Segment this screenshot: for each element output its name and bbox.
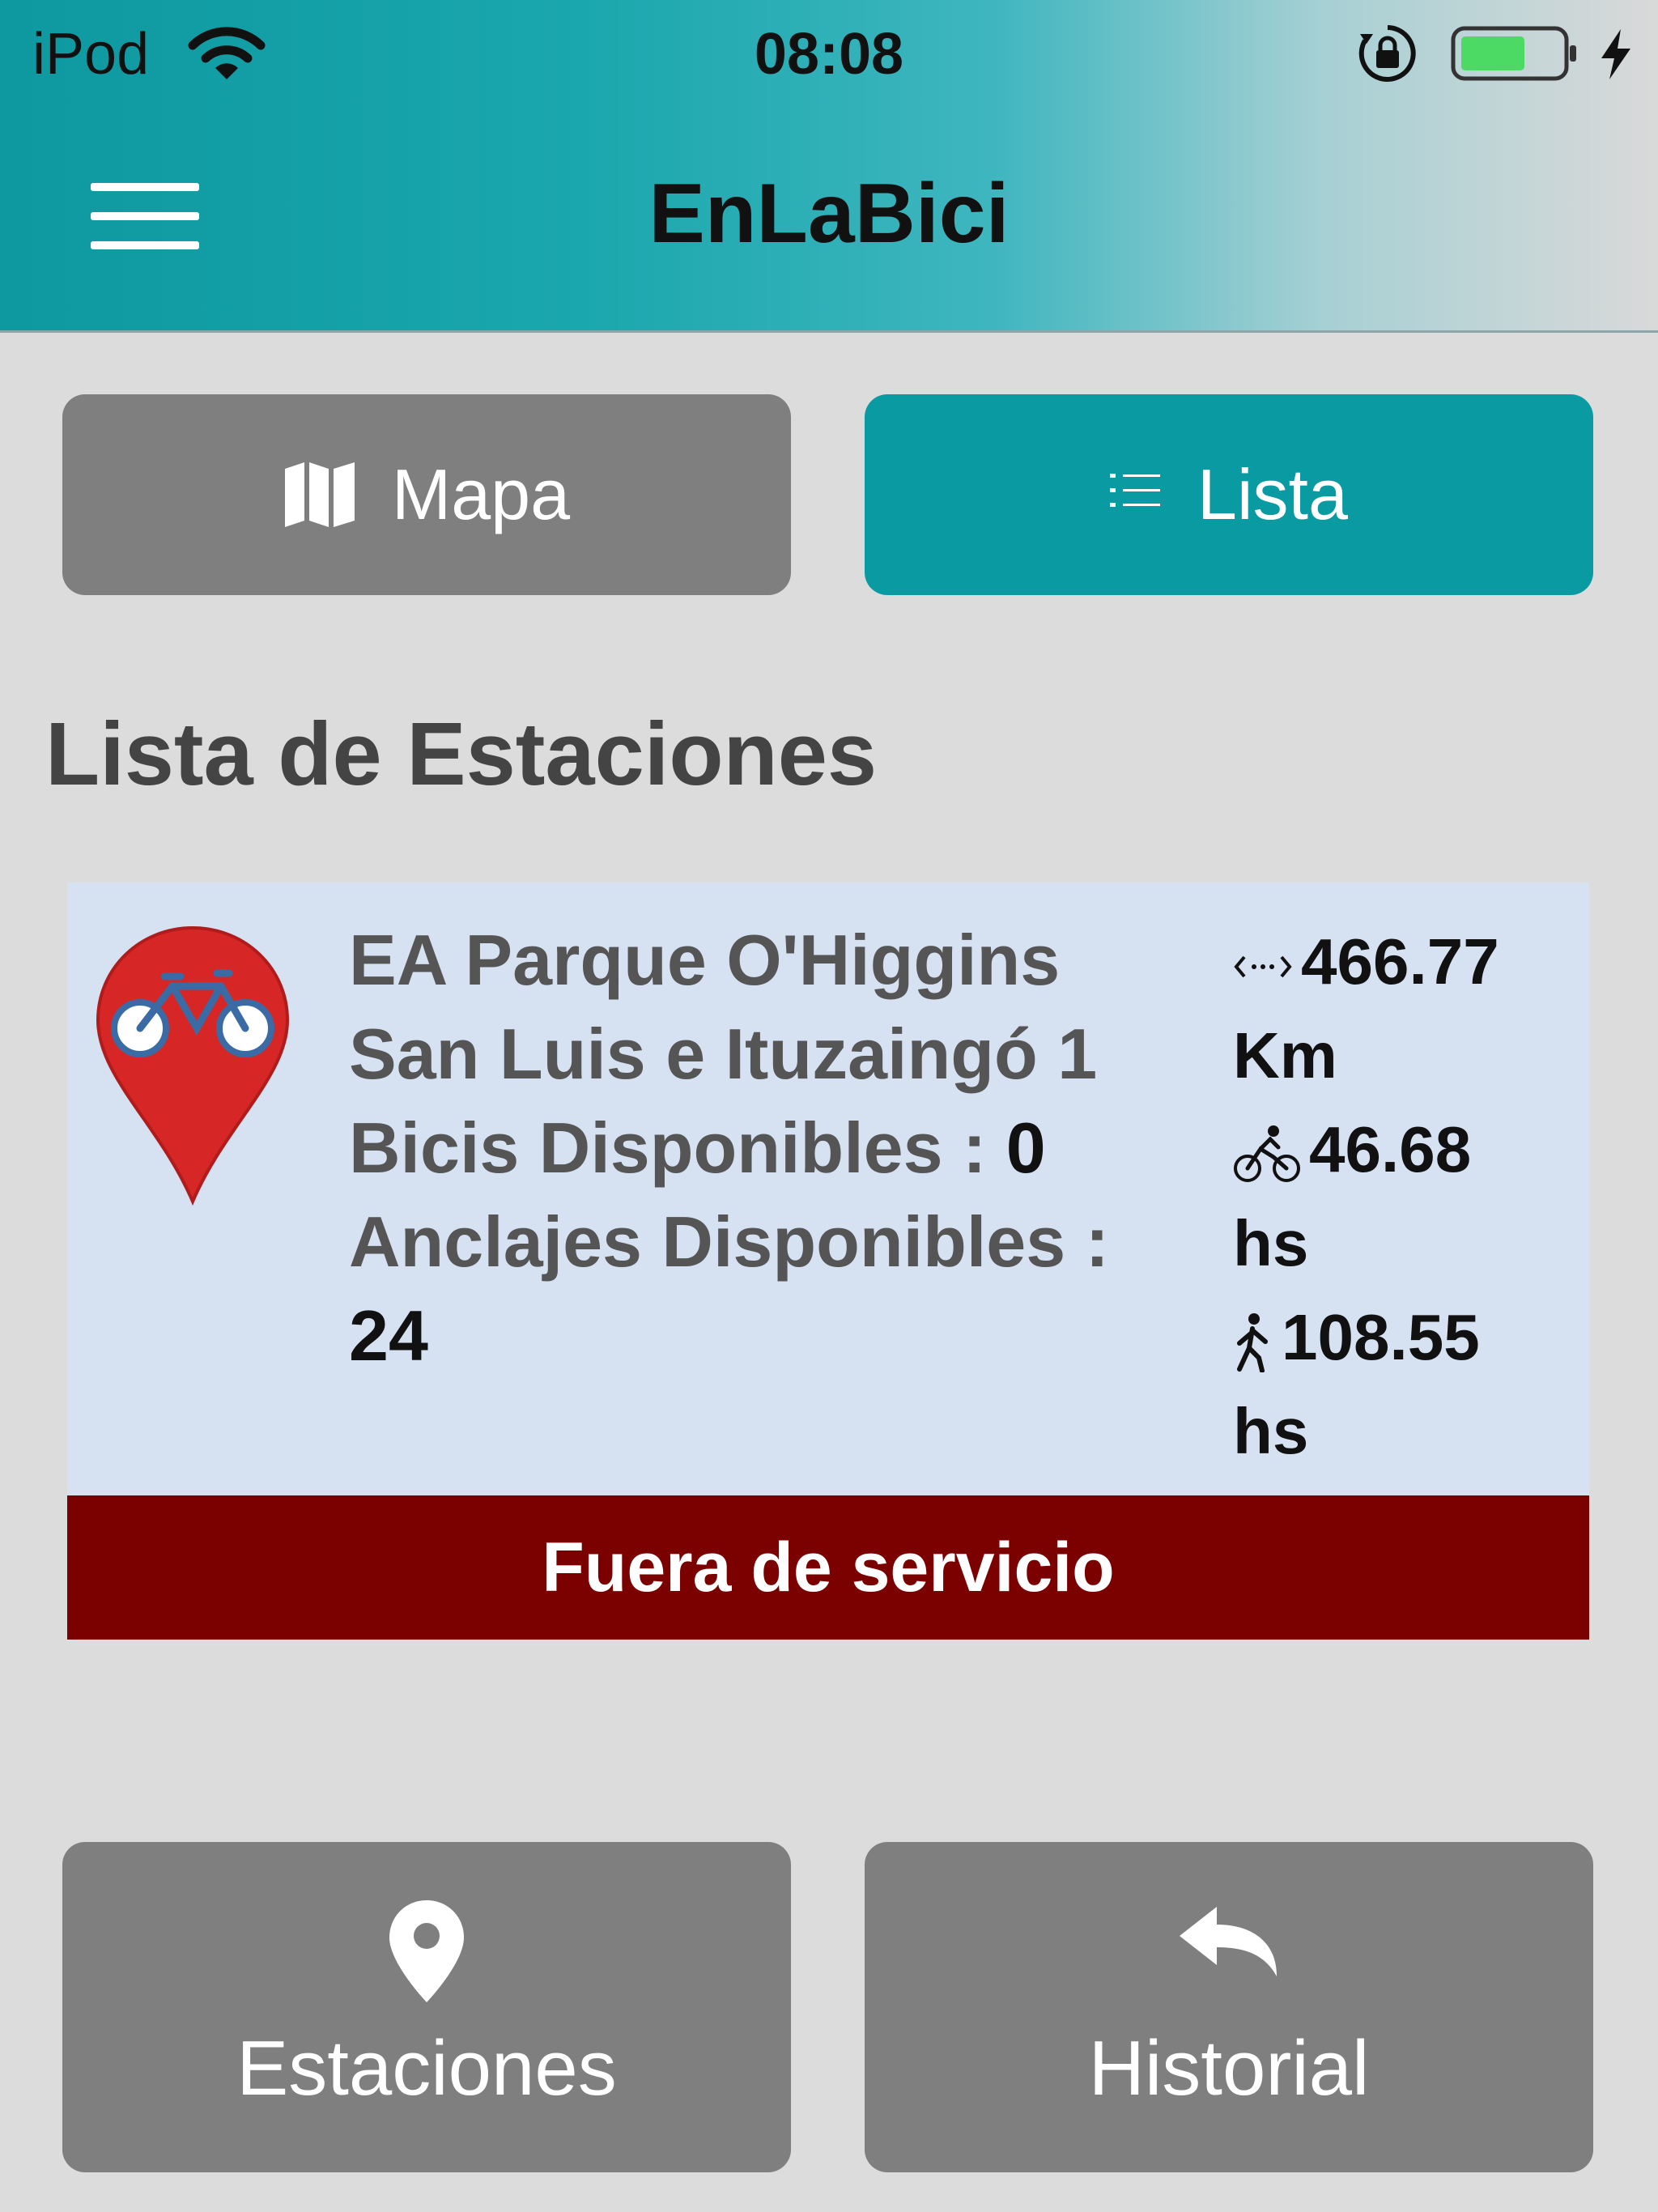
docks-available-value: 24 [349,1295,428,1376]
stations-nav-label: Estaciones [236,2025,617,2112]
walking-icon [1237,1312,1268,1373]
bikes-available-row: Bicis Disponibles : 0 [349,1101,1199,1195]
distance-row: 466.77 [1233,915,1573,1009]
app-title: EnLaBici [648,167,1010,261]
history-nav-label: Historial [1088,2025,1370,2112]
walk-time-value: 108.55 [1282,1301,1480,1373]
station-stats: 466.77 Km 46.68 hs 108.55 hs [1233,915,1573,1478]
bike-time-value: 46.68 [1309,1113,1472,1185]
bikes-available-label: Bicis Disponibles : [349,1108,1006,1188]
distance-unit: Km [1233,1019,1337,1091]
bikes-available-value: 0 [1005,1108,1046,1188]
docks-available-label: Anclajes Disponibles : [349,1202,1109,1282]
station-name: EA Parque O'Higgins [349,920,1061,1000]
map-icon [284,462,355,527]
list-icon [1110,474,1161,507]
location-pin-icon [389,1900,464,2002]
station-address: San Luis e Ituzaingó 1 [349,1014,1098,1094]
status-bar: iPod 08:08 [0,0,1658,105]
bicycle-icon [1234,1125,1300,1182]
section-title: Lista de Estaciones [45,704,878,804]
map-view-button[interactable]: Mapa [62,394,791,595]
battery-icon [1451,26,1576,81]
walk-time-row: 108.55 [1233,1291,1573,1385]
list-view-button[interactable]: Lista [865,394,1593,595]
bike-time-unit: hs [1233,1207,1309,1279]
stations-nav-button[interactable]: Estaciones [62,1842,791,2172]
reply-arrow-icon [1180,1907,1277,1976]
bike-pin-icon [96,925,290,1206]
history-nav-button[interactable]: Historial [865,1842,1593,2172]
walk-time-unit: hs [1233,1395,1309,1467]
top-bar: iPod 08:08 EnLaBici [0,0,1658,333]
map-view-label: Mapa [391,454,571,534]
bike-time-row: 46.68 [1233,1103,1573,1197]
station-info: EA Parque O'Higgins San Luis e Ituzaingó… [349,913,1199,1383]
rotation-lock-icon [1358,25,1416,82]
distance-arrows-icon [1234,955,1292,978]
out-of-service-badge: Fuera de servicio [67,1495,1589,1640]
distance-value: 466.77 [1301,925,1499,998]
charging-bolt-icon [1601,29,1630,79]
list-view-label: Lista [1197,454,1348,534]
